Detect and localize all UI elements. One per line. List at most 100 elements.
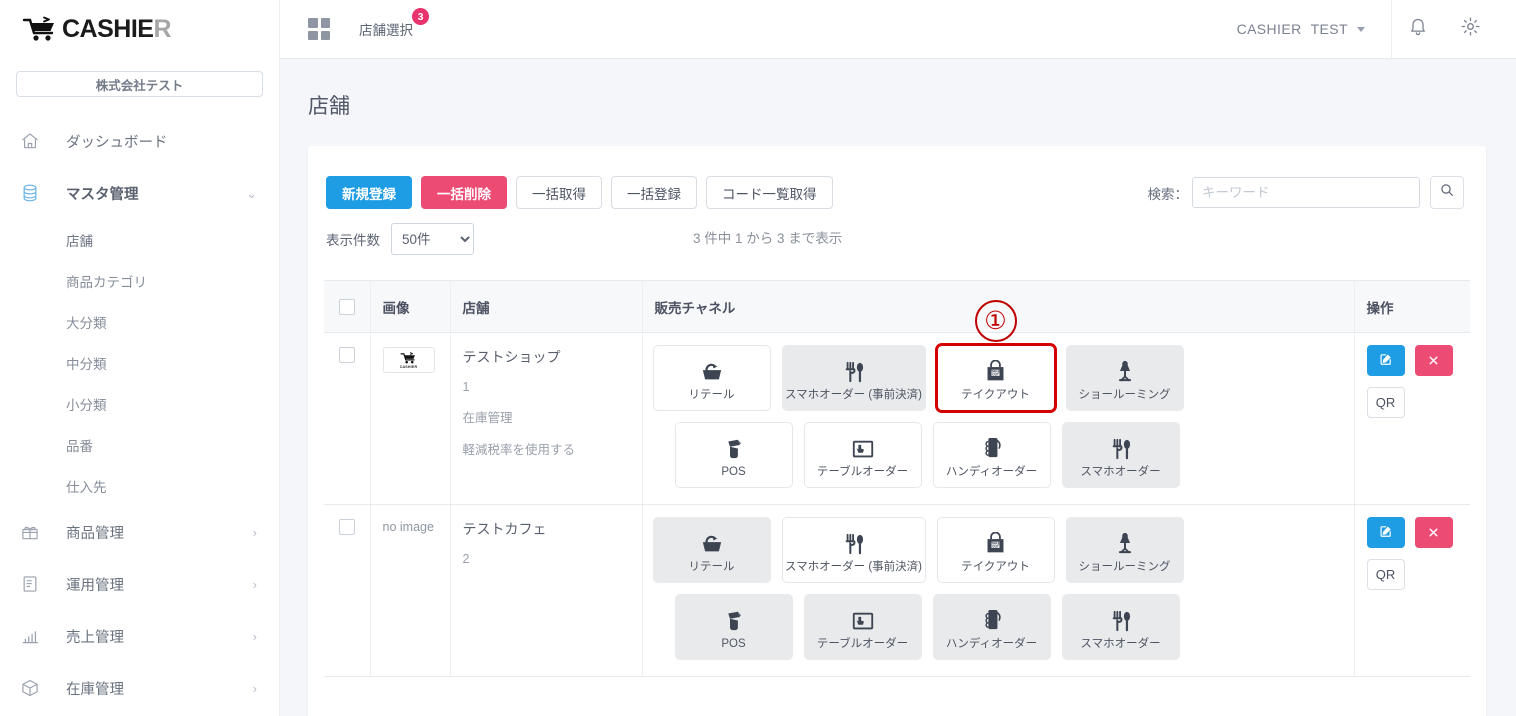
chevron-right-icon: › <box>252 524 257 540</box>
channel-chip-table-order[interactable]: テーブルオーダー <box>803 422 922 488</box>
channel-chip-takeout[interactable]: ① TAKE OUT テイクアウト <box>934 300 1057 413</box>
table-body: CASHIER テストショップ 1 在庫管理 軽減税率を使用する リテール スマ… <box>324 300 1470 677</box>
grid-icon[interactable] <box>308 18 330 40</box>
header-operations: 操作 <box>1354 280 1470 333</box>
sidebar-item-label: 運用管理 <box>66 577 124 594</box>
sidebar-subitem-item-number[interactable]: 品番 <box>0 424 279 465</box>
header-store: 店舗 <box>450 280 643 333</box>
channel-label: ショールーミング <box>1078 388 1171 401</box>
operations-buttons <box>1366 345 1459 376</box>
stores-table: 画像 店舗 販売チャネル 操作 CASHIER テストショップ 1 在庫管理 軽… <box>324 280 1470 677</box>
settings-button[interactable] <box>1444 0 1496 59</box>
channel-label: テイクアウト <box>961 560 1030 573</box>
channel-chip-table-order[interactable]: テーブルオーダー <box>803 594 922 660</box>
new-registration-button[interactable]: 新規登録 <box>326 176 412 209</box>
brand-name: CASHIER <box>62 15 172 43</box>
sidebar-item-operation-management[interactable]: 運用管理 › <box>0 558 279 610</box>
channel-chip-handy-order[interactable]: ハンディオーダー <box>932 422 1051 488</box>
table-header-row: 画像 店舗 販売チャネル 操作 <box>324 280 1470 333</box>
sidebar-subitem-minor-category[interactable]: 小分類 <box>0 383 279 424</box>
channel-label: ハンディオーダー <box>945 637 1038 650</box>
record-count-info: 3 件中 1 から 3 まで表示 <box>693 231 843 246</box>
channel-label: テーブルオーダー <box>816 465 909 478</box>
sidebar-item-inventory-management[interactable]: 在庫管理 › <box>0 662 279 714</box>
select-all-checkbox[interactable] <box>338 298 355 315</box>
shop-select-badge: 3 <box>412 8 429 25</box>
sidebar-item-dashboard[interactable]: ダッシュボード <box>0 115 279 167</box>
code-list-fetch-button[interactable]: コード一覧取得 <box>706 176 833 209</box>
takeout-bag-icon: TAKE OUT <box>984 527 1007 555</box>
row-channels-cell: リテール <box>642 300 1355 505</box>
qr-button[interactable]: QR <box>1366 559 1405 590</box>
delete-button[interactable] <box>1414 517 1453 548</box>
svg-text:OUT: OUT <box>992 544 999 548</box>
notifications-button[interactable] <box>1392 0 1444 59</box>
bell-icon <box>1408 17 1428 42</box>
row-image-cell: CASHIER <box>370 332 451 505</box>
channel-chip-pos[interactable]: POS <box>674 594 793 660</box>
channel-chip-showrooming[interactable]: ショールーミング <box>1065 345 1184 411</box>
tablet-order-icon <box>851 432 875 460</box>
edit-button[interactable] <box>1366 517 1405 548</box>
sidebar-item-master-management[interactable]: マスタ管理 ⌄ <box>0 167 279 219</box>
channel-row-secondary: POS テーブルオーダー ハンディオーダー スマホオーダー <box>653 422 1344 488</box>
sidebar-subitem-major-category[interactable]: 大分類 <box>0 301 279 342</box>
close-icon <box>1428 353 1439 369</box>
search-area: 検索： <box>1147 176 1464 209</box>
sidebar-subitem-label: 仕入先 <box>66 479 107 495</box>
store-thumbnail: CASHIER <box>382 347 435 373</box>
channel-chip-showrooming[interactable]: ショールーミング <box>1065 517 1184 583</box>
sidebar-subitem-middle-category[interactable]: 中分類 <box>0 342 279 383</box>
svg-text:OUT: OUT <box>992 372 999 376</box>
list-controls: 表示件数 50件 3 件中 1 から 3 まで表示 <box>308 209 1486 255</box>
channel-chip-retail[interactable]: リテール <box>652 345 771 411</box>
channel-chip-smartphone-order[interactable]: スマホオーダー <box>1061 422 1180 488</box>
channel-row-primary: リテール <box>652 300 1344 413</box>
channel-chip-smartphone-order-prepaid[interactable]: スマホオーダー (事前決済) <box>781 517 926 583</box>
box-icon <box>20 678 46 698</box>
channel-label: テーブルオーダー <box>816 637 909 650</box>
cashier-logo-icon <box>400 351 415 363</box>
search-button[interactable] <box>1430 176 1464 209</box>
sidebar-subitem-label: 品番 <box>66 438 93 454</box>
channel-chip-takeout[interactable]: TAKE OUT テイクアウト <box>936 517 1055 583</box>
channel-label: ショールーミング <box>1078 560 1171 573</box>
edit-button[interactable] <box>1366 345 1405 376</box>
delete-button[interactable] <box>1414 345 1453 376</box>
bulk-register-button[interactable]: 一括登録 <box>611 176 697 209</box>
channel-label: スマホオーダー <box>1080 465 1161 478</box>
channel-chip-retail[interactable]: リテール <box>652 517 771 583</box>
sidebar-item-product-management[interactable]: 商品管理 › <box>0 506 279 558</box>
channel-row-primary: リテール <box>652 517 1344 583</box>
sidebar-subitem-stores[interactable]: 店舗 <box>0 219 279 260</box>
search-label: 検索： <box>1147 186 1189 202</box>
channel-chip-pos[interactable]: POS <box>674 422 793 488</box>
qr-button[interactable]: QR <box>1366 387 1405 418</box>
search-input[interactable] <box>1192 177 1420 208</box>
cutlery-icon <box>1109 432 1133 460</box>
channel-chip-handy-order[interactable]: ハンディオーダー <box>932 594 1051 660</box>
pos-terminal-icon <box>723 432 744 460</box>
annotation-marker-1: ① <box>974 300 1017 342</box>
channel-chip-smartphone-order-prepaid[interactable]: スマホオーダー (事前決済) <box>781 345 926 411</box>
sidebar-subitem-supplier[interactable]: 仕入先 <box>0 465 279 506</box>
sidebar-item-sales-management[interactable]: 売上管理 › <box>0 610 279 662</box>
clipboard-icon <box>20 574 46 594</box>
pencil-square-icon <box>1379 524 1393 541</box>
brand-logo-area[interactable]: CASHIER <box>0 0 280 59</box>
row-operations-cell: QR <box>1354 504 1470 677</box>
shop-select-button[interactable]: 店舗選択 3 <box>357 8 429 43</box>
user-menu[interactable]: CASHIER TEST <box>1237 21 1387 37</box>
sidebar-subitem-product-category[interactable]: 商品カテゴリ <box>0 260 279 301</box>
table-header: 画像 店舗 販売チャネル 操作 <box>324 280 1470 333</box>
sidebar-subitem-label: 大分類 <box>66 315 107 331</box>
per-page-select[interactable]: 50件 <box>391 223 474 255</box>
row-checkbox[interactable] <box>338 347 355 364</box>
bulk-delete-button[interactable]: 一括削除 <box>421 176 507 209</box>
store-name: テストカフェ <box>462 521 547 537</box>
bulk-fetch-button[interactable]: 一括取得 <box>516 176 602 209</box>
row-checkbox[interactable] <box>338 519 355 536</box>
sidebar: 株式会社テスト ダッシュボード マスタ管理 ⌄ 店舗 商品カテゴリ 大分類 中分… <box>0 59 280 716</box>
channel-chip-smartphone-order[interactable]: スマホオーダー <box>1061 594 1180 660</box>
close-icon <box>1428 525 1439 541</box>
